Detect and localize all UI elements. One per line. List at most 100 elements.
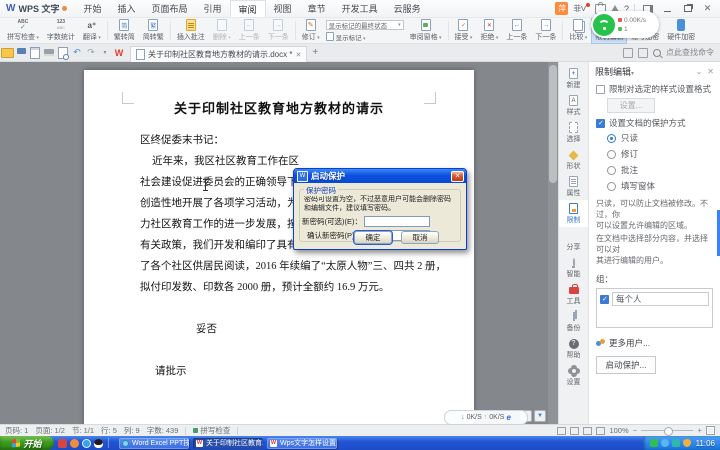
- strip-item-settings[interactable]: 设置: [559, 362, 588, 389]
- view-mode-icon[interactable]: [583, 427, 592, 435]
- close-button[interactable]: [700, 2, 715, 15]
- collapse-panel-icon[interactable]: [696, 67, 703, 76]
- dialog-title-bar[interactable]: 启动保护: [294, 169, 466, 183]
- accept-button[interactable]: 接受: [451, 17, 477, 44]
- strip-item-share[interactable]: 分享: [559, 227, 588, 254]
- close-tab-icon[interactable]: [295, 50, 301, 59]
- open-button[interactable]: [0, 47, 14, 59]
- net-speed-pill[interactable]: ↓ 0K/S ↑ 0K/S e: [444, 410, 528, 425]
- new-password-input[interactable]: [364, 216, 430, 227]
- view-mode-icon[interactable]: [570, 427, 579, 435]
- strip-item-tools[interactable]: 工具: [559, 281, 588, 308]
- tab-references[interactable]: 引用: [196, 0, 230, 17]
- restore-button[interactable]: [680, 2, 695, 15]
- hardware-encrypt-button[interactable]: 硬件加密: [663, 17, 699, 44]
- tray-wifi-icon[interactable]: [650, 439, 658, 447]
- strip-item-shapes[interactable]: 形状: [559, 146, 588, 173]
- view-mode-icon[interactable]: [596, 427, 605, 435]
- find-command-hint[interactable]: 点此查找命令: [666, 47, 714, 58]
- browser-quick-icon[interactable]: [82, 439, 91, 448]
- display-for-review-select[interactable]: 显示标记的最终状态: [326, 20, 404, 30]
- redo-button[interactable]: [84, 47, 98, 59]
- fullscreen-icon[interactable]: [706, 426, 715, 435]
- close-panel-icon[interactable]: [707, 67, 714, 76]
- zoom-slider-knob[interactable]: [664, 427, 673, 436]
- tray-app-icon[interactable]: [672, 439, 680, 447]
- strip-item-help[interactable]: 帮助: [559, 335, 588, 362]
- zoom-in-button[interactable]: +: [697, 426, 702, 435]
- radio-forms[interactable]: [607, 182, 616, 191]
- quick-launch-icon[interactable]: [58, 439, 67, 448]
- scrollbar-thumb[interactable]: [549, 65, 557, 183]
- protect-mode-option[interactable]: 设置文档的保护方式: [589, 115, 720, 128]
- strip-item-smart[interactable]: 智能: [559, 254, 588, 281]
- strip-item-backup[interactable]: 备份: [559, 308, 588, 335]
- taskbar-item-wps-doc[interactable]: 关于印制社区教育...: [193, 438, 263, 449]
- radio-readonly[interactable]: [607, 134, 616, 143]
- dialog-close-button[interactable]: [451, 171, 464, 182]
- zoom-out-button[interactable]: −: [633, 426, 638, 435]
- undo-button[interactable]: [70, 47, 84, 59]
- export-button[interactable]: [28, 47, 42, 59]
- start-protection-button[interactable]: 启动保护...: [596, 356, 656, 374]
- mode-comment[interactable]: 批注: [589, 160, 720, 176]
- strip-item-styles[interactable]: 样式: [559, 92, 588, 119]
- print-button[interactable]: [42, 47, 56, 59]
- tab-home[interactable]: 开始: [75, 0, 109, 17]
- start-button[interactable]: 开始: [0, 436, 54, 450]
- compare-button[interactable]: 比较: [565, 17, 591, 44]
- save-button[interactable]: [14, 47, 28, 59]
- zoom-slider[interactable]: [641, 430, 693, 431]
- tab-developer[interactable]: 开发工具: [334, 0, 386, 17]
- feedback-icon[interactable]: [623, 48, 633, 58]
- next-page-button[interactable]: ▼: [534, 410, 546, 422]
- taskbar-item-browser[interactable]: Word Excel PPT技...: [119, 438, 189, 449]
- taskbar-item-wps-help[interactable]: Wps文字怎样设置...: [267, 438, 337, 449]
- app-menu-button[interactable]: WPS 文字: [0, 2, 75, 15]
- avatar[interactable]: 萍: [555, 2, 568, 15]
- tray-security-icon[interactable]: [683, 439, 691, 447]
- strip-item-properties[interactable]: 属性: [559, 173, 588, 200]
- print-preview-button[interactable]: [56, 47, 70, 59]
- tab-page-layout[interactable]: 页面布局: [144, 0, 196, 17]
- tab-section[interactable]: 章节: [300, 0, 334, 17]
- restrict-format-checkbox[interactable]: [596, 85, 605, 94]
- minimize-button[interactable]: [660, 2, 675, 15]
- tray-network-icon[interactable]: [661, 439, 669, 447]
- customize-toolbar-icon[interactable]: [98, 47, 112, 59]
- insert-comment-button[interactable]: 插入批注: [173, 17, 209, 44]
- mode-revision[interactable]: 修订: [589, 144, 720, 160]
- restrict-format-option[interactable]: 限制对选定的样式设置格式: [589, 81, 720, 94]
- trad-to-simp-button[interactable]: 繁转简: [110, 17, 139, 44]
- qq-icon[interactable]: [94, 439, 103, 448]
- everyone-row[interactable]: 每个人: [600, 292, 709, 306]
- everyone-checkbox[interactable]: [600, 295, 609, 304]
- wps-home-icon[interactable]: [112, 47, 126, 59]
- protect-mode-checkbox[interactable]: [596, 119, 605, 128]
- tab-view[interactable]: 视图: [266, 0, 300, 17]
- tab-cloud[interactable]: 云服务: [386, 0, 429, 17]
- strip-item-new[interactable]: 新建: [559, 65, 588, 92]
- word-count-button[interactable]: 字数统计: [43, 17, 79, 44]
- reject-button[interactable]: 拒绝: [476, 17, 502, 44]
- mode-forms[interactable]: 填写窗体: [589, 176, 720, 192]
- strip-item-select[interactable]: 选择: [559, 119, 588, 146]
- vip-badge[interactable]: 菲V: [573, 3, 590, 14]
- tab-review[interactable]: 审阅: [230, 0, 266, 17]
- next-change-button[interactable]: 下一条: [531, 17, 560, 44]
- new-tab-button[interactable]: +: [312, 47, 318, 58]
- translate-button[interactable]: 翻译: [79, 17, 105, 44]
- tab-insert[interactable]: 插入: [109, 0, 143, 17]
- users-listbox[interactable]: 每个人: [596, 288, 713, 328]
- strip-item-restrict[interactable]: 限制: [559, 200, 588, 227]
- document-tab[interactable]: 关于印制社区教育地方教材的请示.docx *: [130, 46, 307, 62]
- spell-check-button[interactable]: 拼写检查: [3, 17, 43, 44]
- show-markup-button[interactable]: 显示标记: [326, 32, 404, 42]
- net-speed-bubble[interactable]: 0.00K/s 1: [591, 11, 659, 38]
- quick-launch-icon[interactable]: [70, 439, 79, 448]
- mode-readonly[interactable]: 只读: [589, 128, 720, 144]
- flag-icon[interactable]: [638, 48, 648, 58]
- panel-title[interactable]: 限制编辑: [595, 65, 634, 78]
- radio-revision[interactable]: [607, 150, 616, 159]
- ok-button[interactable]: 确定: [354, 231, 392, 244]
